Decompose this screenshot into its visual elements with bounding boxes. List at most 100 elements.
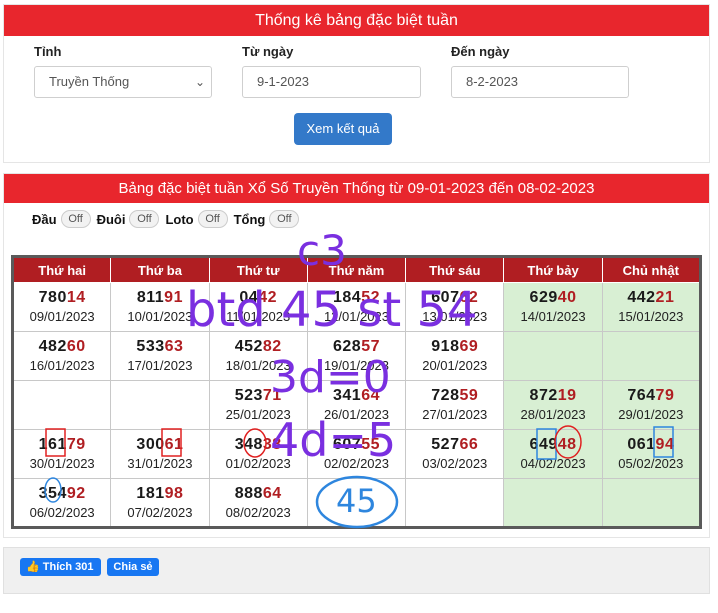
result-cell: 44221 15/01/2023 bbox=[601, 282, 702, 332]
result-number: 18198 bbox=[111, 484, 208, 504]
result-number: 62940 bbox=[504, 288, 601, 308]
result-number: 76479 bbox=[603, 386, 699, 406]
result-cell: 60755 02/02/2023 bbox=[306, 429, 407, 479]
result-number-prefix: 811 bbox=[136, 289, 165, 306]
result-date: 26/01/2023 bbox=[323, 407, 390, 422]
to-date-label: Đến ngày bbox=[451, 44, 510, 59]
result-cell: 16179 30/01/2023 bbox=[11, 429, 112, 479]
result-cell: 53363 17/01/2023 bbox=[110, 331, 210, 381]
result-cell: 62857 19/01/2023 bbox=[306, 331, 407, 381]
result-date: 14/01/2023 bbox=[520, 309, 586, 324]
result-date: 09/01/2023 bbox=[29, 309, 95, 324]
province-label: Tỉnh bbox=[34, 44, 62, 59]
col-header: Thứ bảy bbox=[503, 256, 603, 283]
result-number: 48260 bbox=[14, 337, 110, 357]
result-date: 28/01/2023 bbox=[520, 407, 586, 422]
result-cell: 18198 07/02/2023 bbox=[110, 478, 210, 528]
result-number: 52766 bbox=[406, 435, 503, 455]
result-cell: 35492 06/02/2023 bbox=[11, 478, 112, 528]
result-cell: 76479 29/01/2023 bbox=[601, 380, 702, 430]
result-date: 30/01/2023 bbox=[29, 456, 95, 471]
from-date-input[interactable]: 9-1-2023 bbox=[242, 66, 421, 98]
table-row: 35492 06/02/2023 18198 07/02/2023 88864 08/02… bbox=[11, 478, 702, 528]
result-number: 35492 bbox=[14, 484, 110, 504]
result-date: 20/01/2023 bbox=[422, 358, 488, 373]
result-number-prefix: 354 bbox=[38, 484, 67, 502]
toggle-label-dau: Đầu bbox=[32, 211, 57, 227]
result-cell: 60762 13/01/2023 bbox=[405, 282, 505, 332]
result-number-prefix: 533 bbox=[136, 338, 165, 355]
result-number: 16179 bbox=[14, 435, 110, 455]
result-number: 52371 bbox=[210, 386, 307, 406]
result-number-tail: 64 bbox=[361, 387, 380, 404]
table-row: 16179 30/01/2023 30061 31/01/2023 34838 01/02… bbox=[11, 429, 702, 479]
result-date: 01/02/2023 bbox=[225, 456, 291, 471]
result-cell: 62940 14/01/2023 bbox=[503, 282, 603, 332]
col-header: Thứ hai bbox=[11, 256, 112, 283]
result-cell bbox=[601, 331, 702, 381]
result-number-tail: 66 bbox=[459, 436, 479, 453]
result-date: 03/02/2023 bbox=[422, 456, 488, 471]
result-number: 0442 bbox=[210, 288, 307, 308]
result-number: 72859 bbox=[406, 386, 503, 406]
page: Thống kê bảng đặc biệt tuần Tỉnh Truyền … bbox=[0, 0, 718, 613]
filter-panel: Thống kê bảng đặc biệt tuần Tỉnh Truyền … bbox=[3, 4, 710, 163]
result-number-tail: 98 bbox=[164, 484, 184, 502]
result-number-prefix: 061 bbox=[627, 436, 656, 453]
like-button[interactable]: 👍 Thích 301 bbox=[20, 558, 101, 576]
result-number: 30061 bbox=[111, 435, 208, 455]
result-date: 16/01/2023 bbox=[29, 358, 95, 373]
result-cell: 91869 20/01/2023 bbox=[405, 331, 505, 381]
result-date: 11/01/2023 bbox=[226, 309, 291, 324]
result-number-prefix: 780 bbox=[38, 289, 67, 306]
result-number: 53363 bbox=[111, 337, 208, 357]
result-number-tail: 69 bbox=[459, 338, 479, 355]
result-date: 02/02/2023 bbox=[323, 456, 390, 471]
toggle-loto[interactable]: Off bbox=[197, 210, 228, 228]
result-number-prefix: 728 bbox=[431, 387, 460, 404]
result-number: 88864 bbox=[210, 484, 307, 504]
to-date-input[interactable]: 8-2-2023 bbox=[451, 66, 629, 98]
result-number-tail: 59 bbox=[459, 387, 479, 404]
result-cell: 52766 03/02/2023 bbox=[405, 429, 505, 479]
result-number-prefix: 607 bbox=[332, 436, 362, 453]
result-number-tail: 48 bbox=[557, 436, 577, 453]
result-number-tail: 79 bbox=[66, 436, 86, 453]
toggle-bar: Đầu Off Đuôi Off Loto Off Tổng Off bbox=[32, 210, 305, 228]
col-header: Chủ nhật bbox=[601, 256, 702, 283]
result-number-prefix: 888 bbox=[234, 484, 263, 502]
weekly-panel: Bảng đặc biệt tuần Xổ Số Truyền Thống từ… bbox=[3, 173, 710, 538]
view-results-button[interactable]: Xem kết quả bbox=[294, 113, 392, 145]
province-select[interactable]: Truyền Thống ⌄ bbox=[34, 66, 212, 98]
share-button[interactable]: Chia sẻ bbox=[107, 558, 159, 576]
result-number-prefix: 628 bbox=[332, 338, 362, 355]
result-cell: 72859 27/01/2023 bbox=[405, 380, 505, 430]
result-number-prefix: 629 bbox=[529, 289, 558, 306]
result-number-tail: 92 bbox=[66, 484, 86, 502]
result-number-tail: 64 bbox=[262, 484, 282, 502]
result-number-prefix: 341 bbox=[332, 387, 362, 404]
result-number-tail: 71 bbox=[262, 387, 282, 404]
toggle-tong[interactable]: Off bbox=[269, 210, 300, 228]
result-number-tail: 14 bbox=[66, 289, 86, 306]
result-cell bbox=[503, 331, 603, 381]
result-date: 05/02/2023 bbox=[618, 456, 684, 471]
result-cell: 34838 01/02/2023 bbox=[208, 429, 308, 479]
result-number-tail: 57 bbox=[361, 338, 380, 355]
toggle-dau[interactable]: Off bbox=[60, 210, 91, 228]
result-date: 12/01/2023 bbox=[323, 309, 390, 324]
result-number-prefix: 918 bbox=[431, 338, 460, 355]
result-number-tail: 52 bbox=[361, 289, 380, 306]
result-number: 81191 bbox=[111, 288, 208, 308]
result-cell: 06194 05/02/2023 bbox=[601, 429, 702, 479]
result-date: 04/02/2023 bbox=[520, 456, 586, 471]
like-label: Thích 301 bbox=[42, 561, 94, 573]
col-header: Thứ sáu bbox=[405, 256, 505, 283]
result-number-prefix: 607 bbox=[431, 289, 460, 306]
toggle-duoi[interactable]: Off bbox=[129, 210, 160, 228]
result-number: 87219 bbox=[504, 386, 601, 406]
filter-panel-title: Thống kê bảng đặc biệt tuần bbox=[4, 5, 709, 36]
result-number: 64948 bbox=[504, 435, 601, 455]
result-date: 07/02/2023 bbox=[127, 504, 193, 520]
result-number-tail: 21 bbox=[655, 289, 675, 306]
